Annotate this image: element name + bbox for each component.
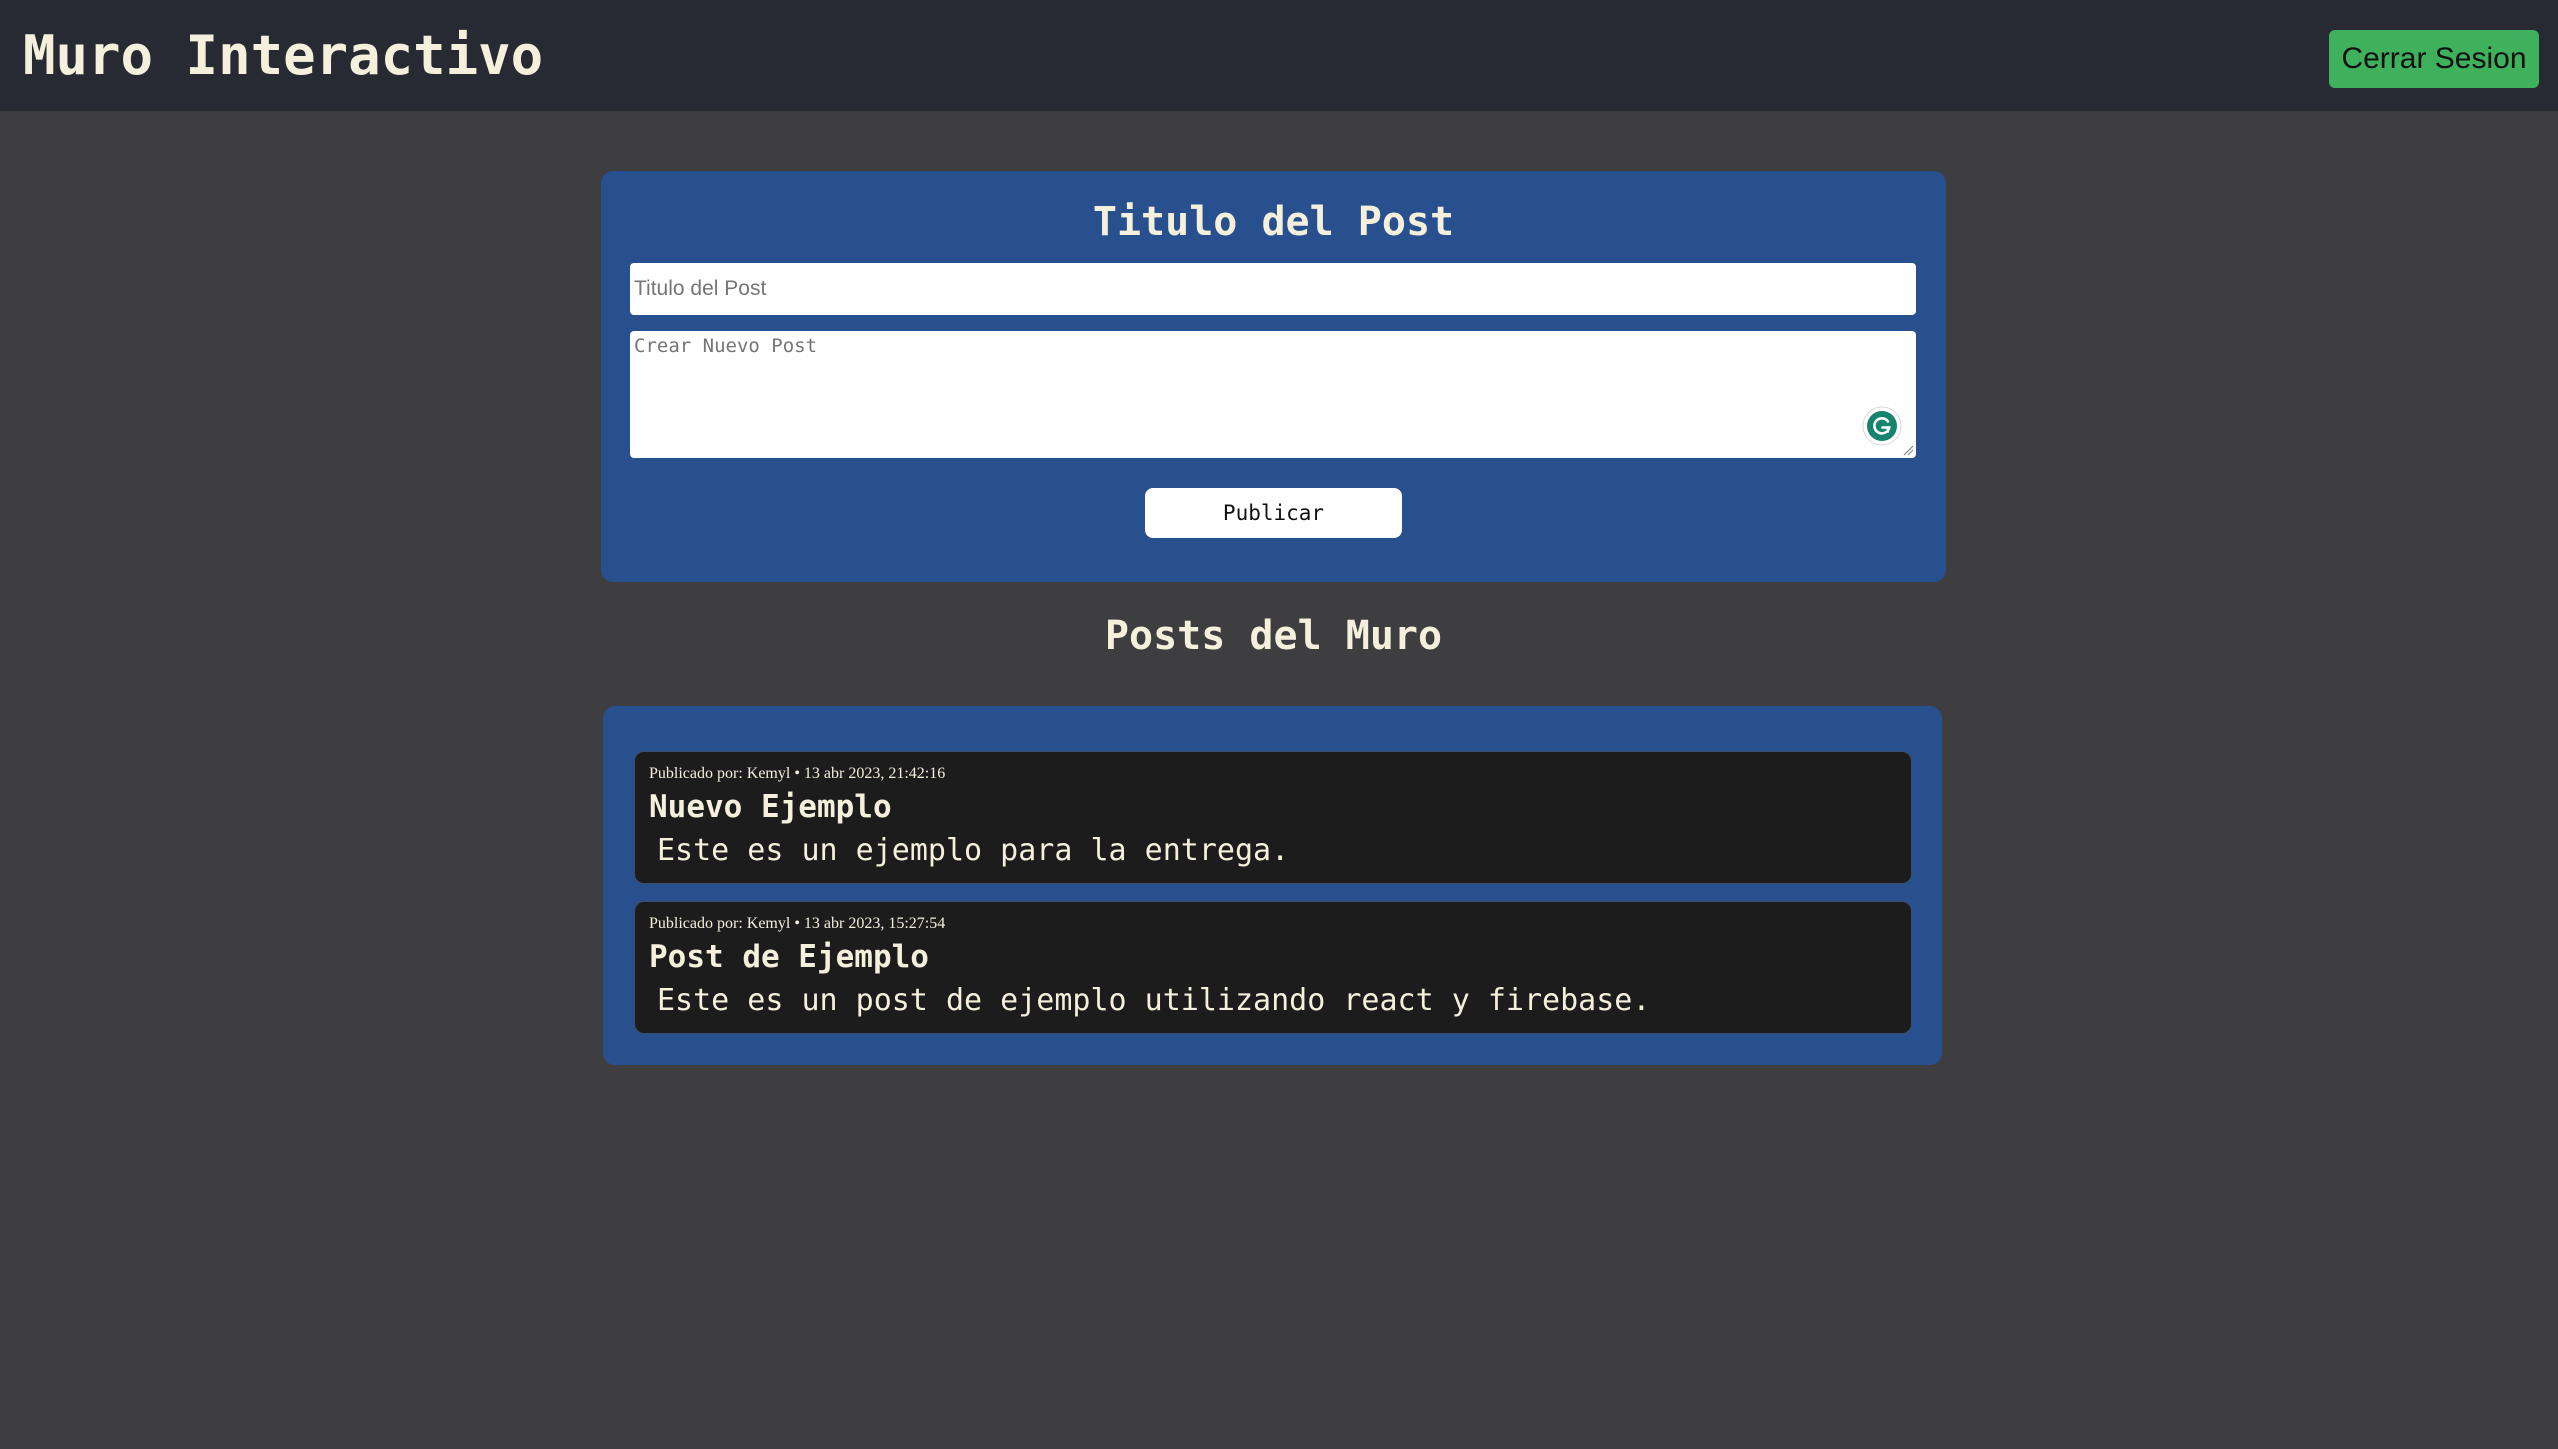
post-card: Publicado por: Kemyl • 13 abr 2023, 15:2…	[634, 901, 1912, 1034]
logout-button[interactable]: Cerrar Sesion	[2329, 30, 2539, 88]
resize-handle-icon[interactable]	[1902, 444, 1914, 456]
post-meta: Publicado por: Kemyl • 13 abr 2023, 21:4…	[649, 765, 946, 782]
post-title: Post de Ejemplo	[649, 939, 929, 975]
post-title-input[interactable]	[630, 263, 1916, 315]
composer-heading: Titulo del Post	[1092, 199, 1455, 245]
top-bar: Muro Interactivo Cerrar Sesion	[0, 0, 2558, 111]
post-card: Publicado por: Kemyl • 13 abr 2023, 21:4…	[634, 751, 1912, 884]
post-meta: Publicado por: Kemyl • 13 abr 2023, 15:2…	[649, 915, 946, 932]
post-title: Nuevo Ejemplo	[649, 789, 892, 825]
app-title: Muro Interactivo	[23, 24, 544, 87]
grammarly-icon[interactable]	[1862, 406, 1902, 446]
feed-heading: Posts del Muro	[1104, 613, 1443, 659]
posts-feed: Publicado por: Kemyl • 13 abr 2023, 21:4…	[603, 706, 1942, 1065]
post-body: Este es un post de ejemplo utilizando re…	[657, 983, 1651, 1018]
post-composer: Titulo del Post Publicar	[601, 171, 1946, 582]
post-body: Este es un ejemplo para la entrega.	[657, 833, 1290, 868]
publish-button[interactable]: Publicar	[1145, 488, 1402, 538]
post-content-textarea[interactable]	[630, 331, 1916, 458]
